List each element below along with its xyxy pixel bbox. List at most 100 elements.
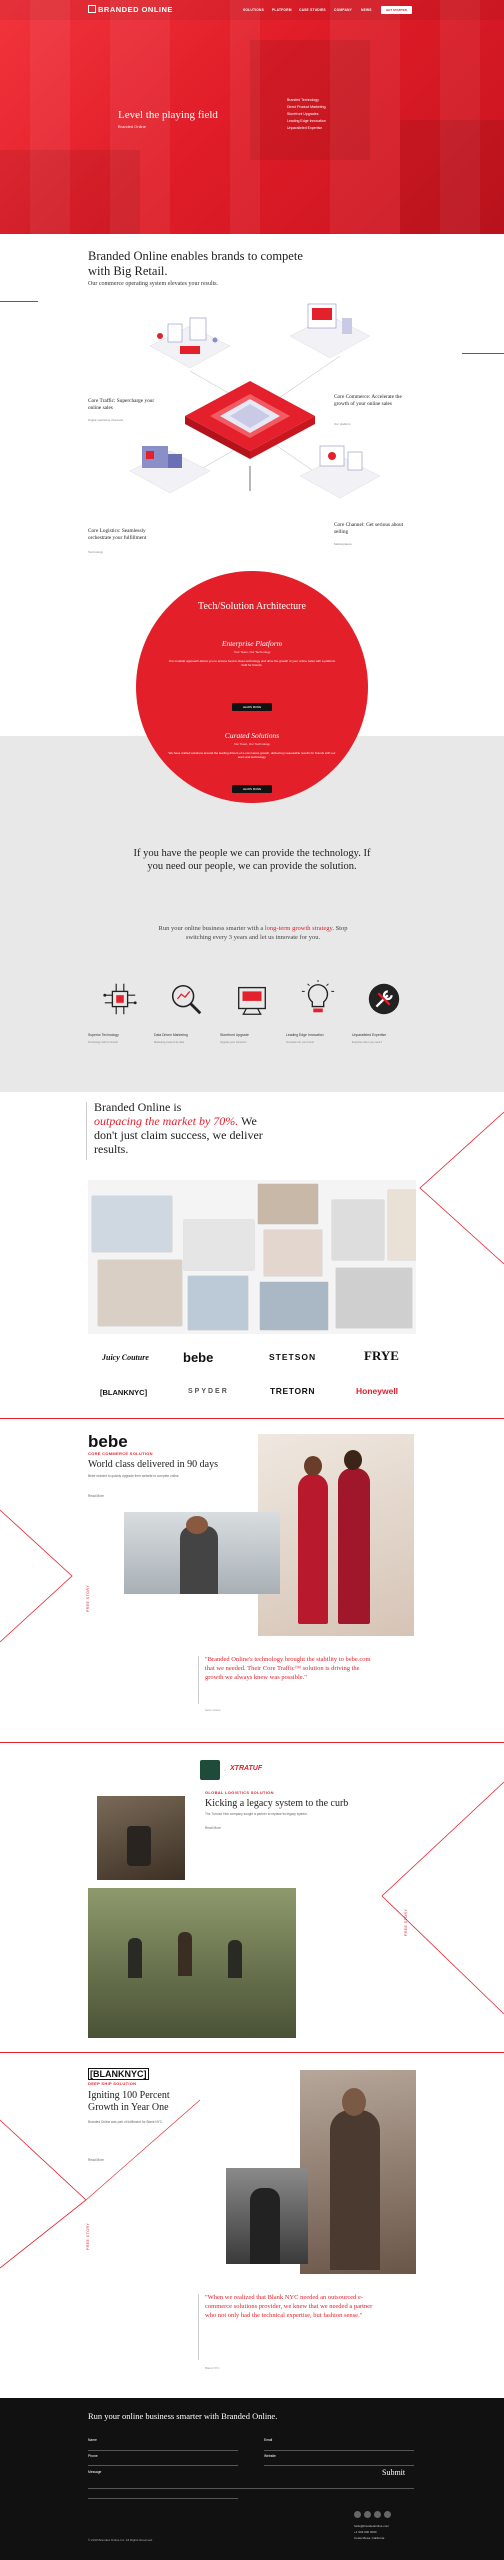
nav-news[interactable]: NEWS xyxy=(361,8,372,12)
instagram-icon[interactable] xyxy=(374,2511,381,2518)
logistics-illustration xyxy=(129,446,211,494)
case-photo-boots xyxy=(97,1796,185,1880)
hero-section: BRANDED ONLINE SOLUTIONS PLATFORM CASE S… xyxy=(0,0,504,234)
solutions-sub: Our Team, Our Technology xyxy=(234,742,270,746)
hero-list-item[interactable]: Direct Product Marketing xyxy=(287,105,326,109)
case-read-more-link[interactable]: Read More xyxy=(88,1494,104,1498)
feature-title: Data Driven Marketing xyxy=(154,1033,188,1037)
feature-text: Marketing powered by data xyxy=(154,1041,185,1044)
nav-solutions[interactable]: SOLUTIONS xyxy=(243,8,264,12)
case-title: World class delivered in 90 days xyxy=(88,1459,218,1470)
section-divider xyxy=(0,1742,504,1743)
field-label-email: Email xyxy=(264,2438,273,2442)
vertical-label: FREE STORY xyxy=(404,1908,408,1936)
feature-text: Technology built for brands xyxy=(88,1041,118,1044)
accent-line xyxy=(462,353,504,354)
facebook-icon[interactable] xyxy=(354,2511,361,2518)
nav-case-studies[interactable]: CASE STUDIES xyxy=(299,8,326,12)
case-tag: DEEP SHIP SOLUTION xyxy=(88,2081,137,2086)
feature-title: Storefront Upgrade xyxy=(220,1033,249,1037)
case-photo-models xyxy=(258,1434,414,1636)
decorative-lines xyxy=(0,1509,73,1643)
run-text: Run your online business smarter with a xyxy=(158,925,265,932)
message-input[interactable] xyxy=(88,2488,414,2489)
architecture-circle: Tech/Solution Architecture Enterprise Pl… xyxy=(136,571,368,803)
brand-logo[interactable]: BRANDED ONLINE xyxy=(88,5,173,14)
vertical-label: FREE STORY xyxy=(86,2222,90,2250)
case-text: Bebe needed to quickly upgrade their web… xyxy=(88,1474,180,1478)
get-started-button[interactable]: GET STARTED xyxy=(381,6,412,14)
brand-frye: FRYE xyxy=(364,1348,399,1363)
architecture-title: Tech/Solution Architecture xyxy=(198,601,306,612)
submit-button[interactable]: Submit xyxy=(382,2468,405,2477)
case-text: Branded Online was part of fulfillment f… xyxy=(88,2120,163,2124)
quote-author: bebe stores xyxy=(205,1708,221,1712)
solutions-heading: Curated Solutions xyxy=(224,731,280,740)
case-logo-bebe: bebe xyxy=(88,1432,128,1451)
case-quote: "Branded Online's technology brought the… xyxy=(205,1656,371,1681)
platform-learn-more-button[interactable]: LEARN MORE xyxy=(232,703,272,711)
phone-input[interactable] xyxy=(88,2465,238,2466)
footer-address: Costa Mesa, California xyxy=(354,2536,385,2540)
platform-diagram xyxy=(129,303,381,499)
case-tag: CORE COMMERCE SOLUTION xyxy=(88,1451,153,1456)
vertical-label: FREE STORY xyxy=(86,1584,90,1612)
diagram-label-commerce: Core Commerce: Accelerate the growth of … xyxy=(334,394,402,407)
twitter-icon[interactable] xyxy=(364,2511,371,2518)
feature-title: Leading Edge Innovation xyxy=(286,1033,324,1037)
case-logo-blanknyc: [BLANKNYC] xyxy=(88,2068,149,2080)
message-input-line xyxy=(88,2498,238,2499)
diagram-label-logistics: Core Logistics: Seamlessly orchestrate y… xyxy=(88,528,147,541)
feature-text: Innovation for your brand xyxy=(286,1041,314,1044)
commerce-illustration xyxy=(289,303,371,359)
partner-logo xyxy=(200,1760,220,1780)
field-label-name: Name xyxy=(88,2438,97,2442)
section-divider xyxy=(0,2052,504,2053)
magnifier-icon xyxy=(171,984,202,1015)
page: BRANDED ONLINE SOLUTIONS PLATFORM CASE S… xyxy=(0,0,504,2560)
storefront-icon xyxy=(238,986,266,1015)
quote-bar xyxy=(86,1102,88,1160)
traffic-illustration xyxy=(149,317,231,369)
tools-icon xyxy=(368,983,400,1015)
nav-platform[interactable]: PLATFORM xyxy=(272,8,292,12)
hero-list-item[interactable]: Unparalleled Expertise xyxy=(287,126,322,130)
section-divider xyxy=(0,1418,504,1419)
quote-author: Blank NYC xyxy=(205,2366,220,2370)
footer-title: Run your online business smarter with Br… xyxy=(88,2411,278,2421)
brand-blanknyc: [BLANKNYC] xyxy=(100,1388,148,1397)
case-read-more-link[interactable]: Read More xyxy=(88,2158,104,2162)
diagram-text-logistics: Technology xyxy=(88,550,104,554)
nav-company[interactable]: COMPANY xyxy=(334,8,352,12)
footer-email[interactable]: hello@brandedonline.com xyxy=(354,2524,389,2528)
hero-list-item[interactable]: Branded Technology xyxy=(287,98,319,102)
channel-illustration xyxy=(299,445,381,499)
copyright: © 2019 Branded Online Inc. All Rights Re… xyxy=(88,2538,153,2542)
linkedin-icon[interactable] xyxy=(384,2511,391,2518)
hero-title: Level the playing field xyxy=(118,109,218,121)
hero-list-item[interactable]: Storefront Upgrades xyxy=(287,112,319,116)
platform-sub: Your Team, Our Technology xyxy=(233,650,271,654)
run-smarter-text: Run your online business smarter with a … xyxy=(148,925,358,942)
email-input[interactable] xyxy=(264,2450,414,2451)
hero-list-item[interactable]: Leading Edge Innovation xyxy=(287,119,326,123)
website-input[interactable] xyxy=(264,2465,414,2466)
case-read-more-link[interactable]: Read More xyxy=(205,1826,221,1830)
case-photo-model xyxy=(300,2070,416,2274)
feature-text: Upgrade your storefront xyxy=(220,1041,247,1044)
outpace-highlight: outpacing the market by 70%. xyxy=(94,1114,239,1128)
decorative-lines xyxy=(0,2099,201,2269)
name-input[interactable] xyxy=(88,2450,238,2451)
case-photo-bw xyxy=(226,2168,308,2264)
growth-strategy-link[interactable]: long-term growth strategy xyxy=(265,925,332,932)
brand-honeywell: Honeywell xyxy=(356,1386,399,1396)
diagram-text-traffic: Digital marketing channels xyxy=(88,418,124,422)
brand-spyder: SPYDER xyxy=(188,1388,229,1395)
outpace-statement: Branded Online is outpacing the market by… xyxy=(94,1100,264,1156)
brand-stetson: STETSON xyxy=(269,1352,317,1362)
footer-phone: +1 949 000 0000 xyxy=(354,2530,377,2534)
solutions-learn-more-button[interactable]: LEARN MORE xyxy=(232,785,272,793)
brand-tretorn: TRETORN xyxy=(270,1386,316,1396)
people-statement: If you have the people we can provide th… xyxy=(133,848,371,872)
hero-subtitle: Branded Online xyxy=(118,124,146,129)
